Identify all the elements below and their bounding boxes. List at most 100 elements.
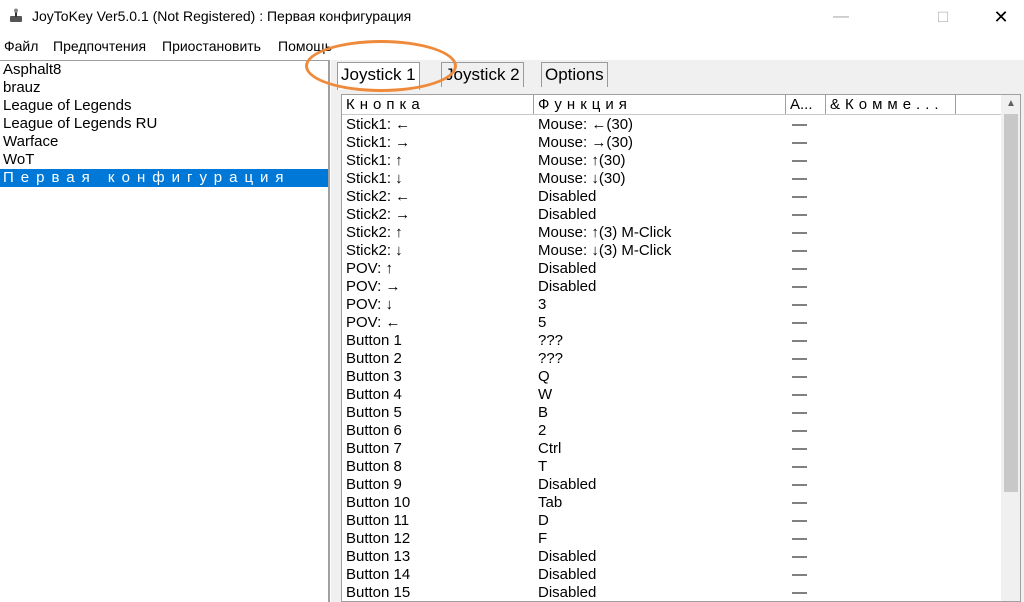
- cell-button: Button 2: [346, 350, 402, 367]
- cell-function: Disabled: [538, 548, 597, 565]
- cell-a: —: [792, 152, 807, 169]
- cell-function: D: [538, 512, 549, 529]
- cell-function: W: [538, 386, 553, 403]
- cell-a: —: [792, 296, 807, 313]
- config-item[interactable]: Warface: [0, 133, 328, 151]
- cell-button: Button 14: [346, 566, 411, 583]
- cell-a: —: [792, 404, 807, 421]
- table-row[interactable]: Stick1: ↑ Mouse: ↑(30) —: [342, 152, 1002, 170]
- table-row[interactable]: Button 9 Disabled —: [342, 476, 1002, 494]
- cell-function: T: [538, 458, 548, 475]
- menu-preferences[interactable]: Предпочтения: [53, 38, 146, 54]
- cell-a: —: [792, 548, 807, 565]
- cell-function: Tab: [538, 494, 563, 511]
- table-row[interactable]: Button 10 Tab —: [342, 494, 1002, 512]
- table-row[interactable]: Button 1??? —: [342, 332, 1002, 350]
- table-row[interactable]: Stick1: ↓ Mouse: ↓(30) —: [342, 170, 1002, 188]
- cell-button: Stick1: ↑: [346, 152, 403, 169]
- cell-a: —: [792, 476, 807, 493]
- cell-a: —: [792, 260, 807, 277]
- table-row[interactable]: Stick2: ↑ Mouse: ↑(3) M-Click —: [342, 224, 1002, 242]
- column-header-a[interactable]: A...: [786, 95, 826, 114]
- table-row[interactable]: POV: → Disabled —: [342, 278, 1002, 296]
- config-item[interactable]: League of Legends RU: [0, 115, 328, 133]
- table-row[interactable]: Button 3 Q —: [342, 368, 1002, 386]
- table-row[interactable]: Stick2: ↓ Mouse: ↓(3) M-Click —: [342, 242, 1002, 260]
- table-row[interactable]: Stick1: ← Mouse: ←(30) —: [342, 116, 1002, 134]
- cell-button: POV: ↑: [346, 260, 393, 277]
- cell-a: —: [792, 314, 807, 331]
- minimize-button[interactable]: —: [818, 0, 864, 34]
- scrollbar-thumb[interactable]: [1004, 114, 1018, 492]
- table-row[interactable]: POV: ← 5 —: [342, 314, 1002, 332]
- config-item[interactable]: Asphalt8: [0, 61, 328, 79]
- cell-button: Button 8: [346, 458, 402, 475]
- config-item-selected[interactable]: Первая конфигурация: [0, 169, 328, 187]
- cell-function: ???: [538, 332, 564, 349]
- menu-file[interactable]: Файл: [4, 38, 38, 54]
- cell-button: Button 11: [346, 512, 410, 529]
- cell-function: B: [538, 404, 549, 421]
- cell-button: Stick2: →: [346, 206, 411, 223]
- cell-button: Button 4: [346, 386, 402, 403]
- menu-bar: Файл Предпочтения Приостановить Помощь: [0, 36, 1024, 58]
- table-header: Кнопка Функция A... &Комме...: [342, 95, 1020, 115]
- menu-pause[interactable]: Приостановить: [162, 38, 261, 54]
- table-row[interactable]: Button 11 D —: [342, 512, 1002, 530]
- table-row[interactable]: Stick2: → Disabled —: [342, 206, 1002, 224]
- cell-function: ???: [538, 350, 564, 367]
- cell-function: F: [538, 530, 548, 547]
- table-row[interactable]: Stick2: ← Disabled —: [342, 188, 1002, 206]
- cell-a: —: [792, 134, 807, 151]
- table-row[interactable]: Button 2??? —: [342, 350, 1002, 368]
- column-header-function[interactable]: Функция: [534, 95, 786, 114]
- minimize-icon: —: [833, 8, 849, 25]
- table-row[interactable]: Button 15 Disabled —: [342, 584, 1002, 601]
- cell-button: Button 15: [346, 584, 411, 601]
- table-row[interactable]: Button 12 F —: [342, 530, 1002, 548]
- table-row[interactable]: POV: ↓ 3 —: [342, 296, 1002, 314]
- cell-button: Stick1: →: [346, 134, 411, 151]
- column-header-button[interactable]: Кнопка: [342, 95, 534, 114]
- maximize-icon: ☐: [936, 8, 950, 25]
- table-row[interactable]: Button 14 Disabled —: [342, 566, 1002, 584]
- cell-function: Disabled: [538, 566, 597, 583]
- cell-a: —: [792, 188, 807, 205]
- maximize-button[interactable]: ☐: [920, 0, 966, 34]
- cell-button: Button 7: [346, 440, 402, 457]
- table-body: Stick1: ← Mouse: ←(30) — Stick1: → Mouse: →(…: [342, 116, 1002, 601]
- config-item[interactable]: WoT: [0, 151, 328, 169]
- cell-button: Button 5: [346, 404, 402, 421]
- cell-a: —: [792, 350, 807, 367]
- cell-function: 2: [538, 422, 547, 439]
- scroll-up-arrow-icon[interactable]: ▲: [1001, 95, 1020, 112]
- table-row[interactable]: POV: ↑ Disabled —: [342, 260, 1002, 278]
- cell-button: Stick1: ←: [346, 116, 411, 133]
- table-row[interactable]: Button 6 2 —: [342, 422, 1002, 440]
- cell-function: Mouse: ↑(3) M-Click: [538, 224, 672, 241]
- table-row[interactable]: Button 7 Ctrl —: [342, 440, 1002, 458]
- config-item[interactable]: League of Legends: [0, 97, 328, 115]
- cell-button: POV: →: [346, 278, 401, 295]
- annotation-circle: [305, 40, 457, 92]
- table-row[interactable]: Button 8 T —: [342, 458, 1002, 476]
- cell-a: —: [792, 584, 807, 601]
- cell-function: Mouse: →(30): [538, 134, 634, 151]
- table-row[interactable]: Stick1: → Mouse: →(30) —: [342, 134, 1002, 152]
- table-row[interactable]: Button 5 B —: [342, 404, 1002, 422]
- cell-function: Disabled: [538, 476, 597, 493]
- cell-a: —: [792, 116, 807, 133]
- cell-function: 3: [538, 296, 547, 313]
- tab-options[interactable]: Options: [541, 62, 608, 87]
- close-button[interactable]: ✕: [978, 0, 1024, 34]
- config-item[interactable]: brauz: [0, 79, 328, 97]
- table-row[interactable]: Button 4 W —: [342, 386, 1002, 404]
- table-row[interactable]: Button 13 Disabled —: [342, 548, 1002, 566]
- cell-a: —: [792, 332, 807, 349]
- vertical-scrollbar[interactable]: ▲: [1001, 95, 1020, 601]
- cell-a: —: [792, 206, 807, 223]
- cell-function: 5: [538, 314, 547, 331]
- column-header-comment[interactable]: &Комме...: [826, 95, 956, 114]
- cell-a: —: [792, 368, 807, 385]
- cell-button: Stick2: ←: [346, 188, 411, 205]
